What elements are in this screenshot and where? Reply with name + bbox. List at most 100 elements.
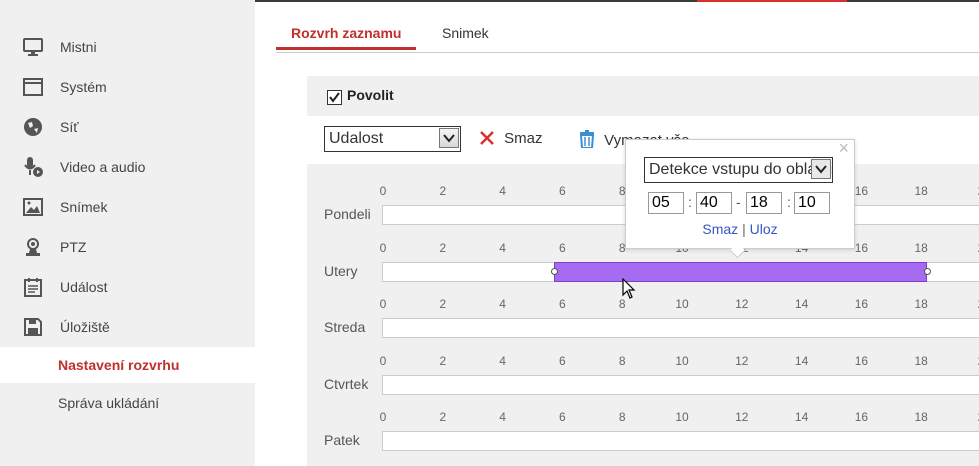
- hour-tick-label: 2: [439, 240, 447, 255]
- day-track[interactable]: [382, 318, 979, 338]
- hour-tick-label: 18: [914, 297, 928, 311]
- hour-tick-label: 18: [914, 184, 928, 198]
- chevron-down-icon: [439, 128, 459, 148]
- hour-tick-label: 14: [794, 297, 809, 311]
- hour-tick-label: 16: [854, 240, 869, 255]
- delete-button-label: Smaz: [504, 130, 543, 147]
- hour-tick-label: 6: [559, 240, 566, 255]
- sidebar-item-label: PTZ: [60, 239, 87, 255]
- hour-tick-label: 6: [559, 184, 566, 198]
- sidebar-item-label: Systém: [60, 79, 107, 95]
- ptz-camera-icon: [22, 236, 44, 258]
- tab-bar: Rozvrh zaznamu Snimek: [276, 20, 979, 53]
- hour-tick-label: 4: [499, 240, 506, 255]
- hour-tick-label: 14: [794, 353, 809, 368]
- hour-tick-label: 4: [499, 410, 506, 424]
- sidebar-item-system[interactable]: Systém: [0, 69, 255, 105]
- hour-tick-label: 6: [559, 297, 566, 311]
- time-separator: :: [787, 194, 791, 210]
- sidebar-item-label: Událost: [60, 279, 108, 295]
- hour-tick-label: 12: [735, 353, 749, 368]
- sidebar-item-video-audio[interactable]: Video a audio: [0, 149, 255, 185]
- hour-tick-label: 2: [439, 184, 447, 198]
- tab-snapshot[interactable]: Snimek: [442, 20, 489, 50]
- day-track[interactable]: [382, 431, 979, 451]
- hour-tick-label: 16: [854, 410, 869, 424]
- sidebar-item-mistni[interactable]: Mistni: [0, 29, 255, 65]
- sidebar-item-label: Video a audio: [60, 159, 146, 175]
- day-label: Utery: [324, 262, 358, 279]
- hour-tick-label: 2: [439, 297, 447, 311]
- hour-tick-label: 10: [675, 353, 689, 368]
- segment-start-handle[interactable]: [550, 267, 558, 275]
- start-hour-input[interactable]: [648, 192, 684, 214]
- sidebar-item-udalost[interactable]: Událost: [0, 269, 255, 305]
- hour-tick-label: 0: [379, 240, 387, 255]
- hour-tick-label: 4: [499, 184, 506, 198]
- monitor-icon: [22, 36, 44, 58]
- link-separator: |: [742, 221, 746, 237]
- enable-label: Povolit: [347, 87, 394, 103]
- day-label: Pondeli: [324, 206, 371, 222]
- sidebar-subitem-schedule-settings[interactable]: Nastavení rozvrhu: [0, 347, 255, 383]
- hour-tick-label: 18: [914, 353, 928, 368]
- hour-tick-label: 16: [854, 184, 869, 198]
- enable-checkbox[interactable]: [327, 90, 342, 105]
- end-hour-input[interactable]: [746, 192, 782, 214]
- hour-tick-label: 2: [439, 410, 447, 424]
- time-separator: :: [688, 194, 692, 210]
- day-track[interactable]: [382, 374, 979, 395]
- popup-delete-link[interactable]: Smaz: [702, 221, 738, 237]
- hour-tick-label: 18: [914, 240, 928, 255]
- top-bar-accent: [697, 0, 847, 2]
- segment-end-handle[interactable]: [924, 267, 932, 275]
- sidebar-item-snimek[interactable]: Snímek: [0, 189, 255, 225]
- popup-save-link[interactable]: Uloz: [750, 221, 778, 237]
- hour-tick-label: 8: [618, 410, 626, 424]
- hour-tick-label: 18: [914, 410, 928, 424]
- sidebar-subitem-label: Nastavení rozvrhu: [58, 357, 180, 373]
- sidebar: Mistni Systém Síť Video a audio Snímek P…: [0, 0, 255, 466]
- day-label: Ctvrtek: [324, 375, 369, 392]
- start-minute-input[interactable]: [696, 192, 732, 214]
- hour-tick-label: 0: [379, 184, 387, 198]
- sidebar-item-ptz[interactable]: PTZ: [0, 229, 255, 265]
- sidebar-subitem-label: Správa ukládání: [58, 395, 160, 411]
- hour-tick-label: 4: [499, 297, 506, 311]
- segment-type-select[interactable]: Detekce vstupu do oblasti: [644, 157, 833, 183]
- hour-tick-label: 16: [854, 353, 869, 368]
- day-label: Streda: [324, 319, 366, 335]
- sidebar-subitem-storage-management[interactable]: Správa ukládání: [0, 385, 255, 421]
- segment-edit-popup: × Detekce vstupu do oblasti : - : Smaz |…: [625, 138, 855, 259]
- range-separator: -: [736, 194, 741, 210]
- hour-tick-label: 8: [618, 353, 626, 368]
- sidebar-item-label: Mistni: [60, 39, 97, 55]
- sidebar-item-label: Síť: [60, 119, 79, 135]
- floppy-disk-icon: [22, 316, 44, 338]
- globe-icon: [22, 116, 44, 138]
- window-icon: [22, 76, 44, 98]
- event-type-value: Udalost: [329, 130, 384, 147]
- sidebar-item-network[interactable]: Síť: [0, 109, 255, 145]
- hour-tick-label: 6: [559, 410, 566, 424]
- image-icon: [22, 196, 44, 218]
- end-minute-input[interactable]: [794, 192, 830, 214]
- microphone-camera-icon: [22, 156, 44, 178]
- close-icon[interactable]: ×: [838, 138, 849, 159]
- delete-button[interactable]: Smaz: [479, 130, 543, 147]
- chevron-down-icon: [811, 159, 831, 179]
- hour-tick-label: 12: [735, 410, 749, 424]
- delete-x-icon: [480, 131, 494, 145]
- day-track[interactable]: [382, 261, 979, 282]
- hour-tick-label: 0: [379, 353, 387, 368]
- tab-record-schedule[interactable]: Rozvrh zaznamu: [276, 20, 417, 50]
- hour-tick-label: 16: [854, 297, 869, 311]
- hour-tick-label: 14: [794, 410, 809, 424]
- schedule-segment[interactable]: [553, 261, 928, 282]
- hour-tick-label: 10: [675, 410, 689, 424]
- event-type-select[interactable]: Udalost: [324, 126, 461, 152]
- hour-tick-label: 12: [735, 297, 749, 311]
- hour-tick-label: 0: [379, 297, 387, 311]
- sidebar-item-label: Snímek: [60, 199, 108, 215]
- sidebar-item-uloziste[interactable]: Úložiště: [0, 309, 255, 345]
